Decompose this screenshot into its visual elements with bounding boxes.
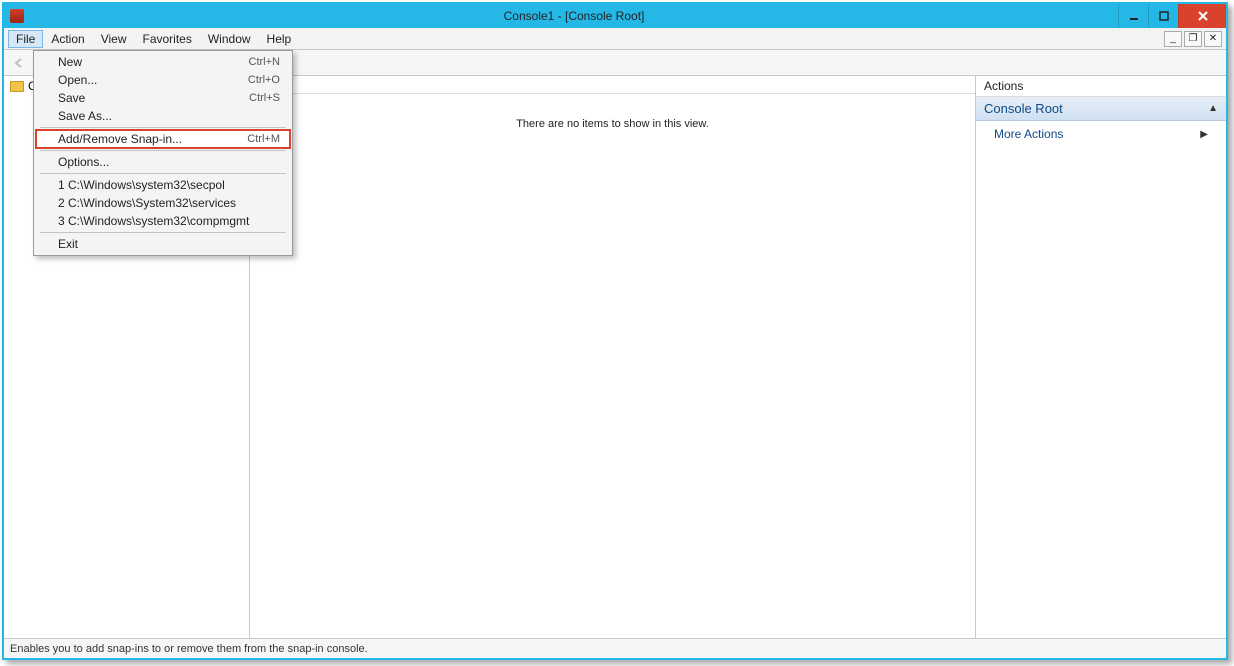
app-icon <box>10 9 24 23</box>
menu-item-options[interactable]: Options... <box>36 153 290 171</box>
menu-item-label: Add/Remove Snap-in... <box>58 132 182 146</box>
window-controls <box>1118 4 1226 28</box>
actions-more-label: More Actions <box>994 127 1063 141</box>
menu-item-label: 3 C:\Windows\system32\compmgmt <box>58 214 249 228</box>
actions-more-item[interactable]: More Actions ▶ <box>976 121 1226 147</box>
menu-item-label: New <box>58 55 82 69</box>
menu-item-shortcut: Ctrl+S <box>249 92 280 104</box>
folder-icon <box>10 81 24 92</box>
menu-item-open[interactable]: Open... Ctrl+O <box>36 71 290 89</box>
menu-help[interactable]: Help <box>259 30 300 48</box>
title-bar: Console1 - [Console Root] <box>4 4 1226 28</box>
menu-separator <box>40 150 286 151</box>
actions-pane-title: Actions <box>976 76 1226 97</box>
maximize-button[interactable] <box>1148 4 1178 28</box>
window-title: Console1 - [Console Root] <box>30 9 1118 23</box>
menu-item-label: Exit <box>58 237 78 251</box>
file-menu-dropdown: New Ctrl+N Open... Ctrl+O Save Ctrl+S Sa… <box>33 50 293 256</box>
menu-bar: File Action View Favorites Window Help _… <box>4 28 1226 50</box>
menu-separator <box>40 127 286 128</box>
empty-view-message: There are no items to show in this view. <box>250 118 975 130</box>
menu-item-exit[interactable]: Exit <box>36 235 290 253</box>
menu-item-add-remove-snapin[interactable]: Add/Remove Snap-in... Ctrl+M <box>36 130 290 148</box>
menu-item-shortcut: Ctrl+O <box>248 74 280 86</box>
menu-file[interactable]: File <box>8 30 43 48</box>
menu-item-label: Save <box>58 91 85 105</box>
mdi-controls: _ ❐ ✕ <box>1162 31 1222 47</box>
app-window: Console1 - [Console Root] File Action Vi… <box>2 2 1228 660</box>
menu-item-recent-3[interactable]: 3 C:\Windows\system32\compmgmt <box>36 212 290 230</box>
content-column-header[interactable] <box>250 76 975 94</box>
mdi-close-button[interactable]: ✕ <box>1204 31 1222 47</box>
menu-item-shortcut: Ctrl+N <box>249 56 280 68</box>
status-text: Enables you to add snap-ins to or remove… <box>10 643 368 655</box>
menu-separator <box>40 173 286 174</box>
minimize-button[interactable] <box>1118 4 1148 28</box>
actions-pane: Actions Console Root ▲ More Actions ▶ <box>976 76 1226 638</box>
menu-window[interactable]: Window <box>200 30 259 48</box>
menu-item-label: Open... <box>58 73 97 87</box>
status-bar: Enables you to add snap-ins to or remove… <box>4 638 1226 658</box>
menu-favorites[interactable]: Favorites <box>135 30 200 48</box>
menu-item-save[interactable]: Save Ctrl+S <box>36 89 290 107</box>
menu-item-recent-1[interactable]: 1 C:\Windows\system32\secpol <box>36 176 290 194</box>
mdi-minimize-button[interactable]: _ <box>1164 31 1182 47</box>
actions-section-label: Console Root <box>984 101 1063 116</box>
collapse-icon: ▲ <box>1208 103 1218 114</box>
submenu-arrow-icon: ▶ <box>1200 129 1208 140</box>
menu-item-label: Save As... <box>58 109 112 123</box>
menu-view[interactable]: View <box>93 30 135 48</box>
menu-item-recent-2[interactable]: 2 C:\Windows\System32\services <box>36 194 290 212</box>
content-pane: There are no items to show in this view. <box>250 76 976 638</box>
menu-item-label: 1 C:\Windows\system32\secpol <box>58 178 225 192</box>
menu-item-new[interactable]: New Ctrl+N <box>36 53 290 71</box>
actions-section-header[interactable]: Console Root ▲ <box>976 97 1226 121</box>
mdi-restore-button[interactable]: ❐ <box>1184 31 1202 47</box>
menu-separator <box>40 232 286 233</box>
menu-item-shortcut: Ctrl+M <box>247 133 280 145</box>
close-button[interactable] <box>1178 4 1226 28</box>
menu-item-label: 2 C:\Windows\System32\services <box>58 196 236 210</box>
back-button[interactable] <box>10 54 28 72</box>
menu-item-label: Options... <box>58 155 109 169</box>
menu-item-save-as[interactable]: Save As... <box>36 107 290 125</box>
menu-action[interactable]: Action <box>43 30 92 48</box>
